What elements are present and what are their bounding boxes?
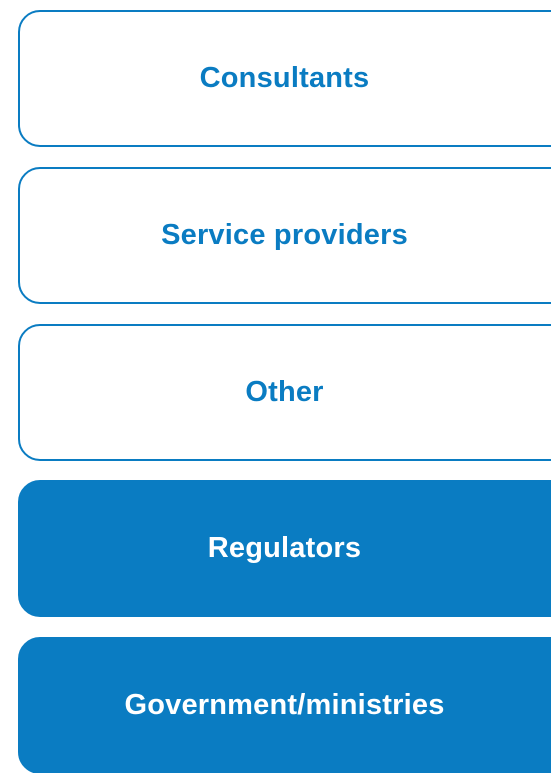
service-providers-label: Service providers (161, 219, 408, 251)
government-ministries-box: Government/ministries (18, 637, 551, 773)
consultants-box: Consultants (18, 10, 551, 147)
service-providers-box: Service providers (18, 167, 551, 304)
consultants-label: Consultants (199, 62, 370, 94)
regulators-label: Regulators (207, 532, 362, 564)
government-ministries-label: Government/ministries (124, 689, 445, 721)
stakeholder-diagram: Consultants Service providers Other Regu… (0, 0, 551, 773)
other-box: Other (18, 324, 551, 461)
regulators-box: Regulators (18, 480, 551, 617)
other-label: Other (245, 376, 324, 408)
